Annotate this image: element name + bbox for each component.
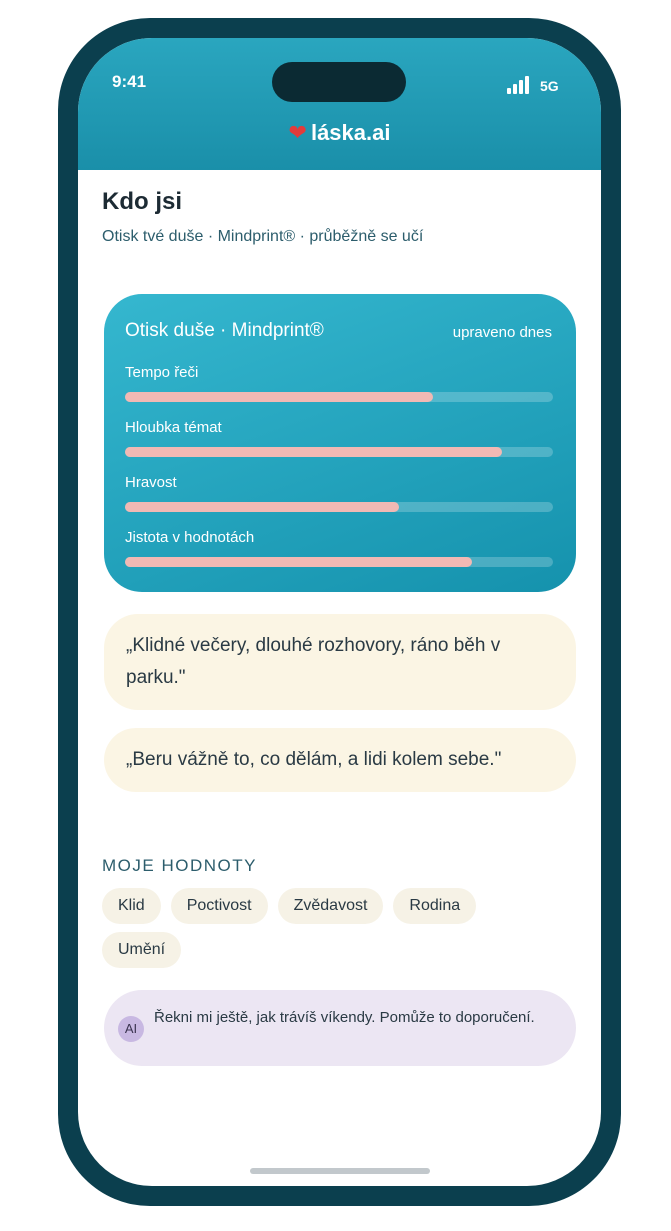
values-heading: MOJE HODNOTY [102, 856, 257, 875]
value-chip[interactable]: Rodina [393, 888, 477, 924]
network-type: 5G [540, 78, 559, 94]
status-time: 9:41 [112, 72, 147, 91]
metric-label: Hravost [125, 474, 177, 491]
page-title: Kdo jsi [102, 188, 183, 215]
mindprint-title: Otisk duše · Mindprint® [125, 320, 324, 341]
ai-badge: AI [118, 1016, 144, 1042]
dynamic-island [272, 62, 406, 102]
mindprint-card[interactable]: Otisk duše · Mindprint® upraveno dnes Te… [104, 294, 576, 592]
metric-bar [125, 502, 553, 512]
ai-prompt-text: Řekni mi ještě, jak trávíš víkendy. Pomů… [154, 1009, 535, 1026]
metric-label: Tempo řeči [125, 364, 199, 381]
metric-bar-fill [125, 502, 399, 512]
metric-bar [125, 447, 553, 457]
value-chip[interactable]: Umění [102, 932, 182, 968]
home-indicator[interactable] [250, 1168, 430, 1174]
quote-text: „Beru vážně to, co dělám, a lidi kolem s… [126, 749, 502, 770]
page-subtitle: Otisk tvé duše · Mindprint® · průběžně s… [102, 228, 424, 245]
metric-bar [125, 557, 553, 567]
brand-logo[interactable]: ❤ láska.ai [78, 120, 601, 146]
mindprint-updated: upraveno dnes [452, 324, 552, 341]
metric-label: Jistota v hodnotách [125, 529, 255, 546]
quote-text: „Klidné večery, dlouhé rozhovory, ráno b… [126, 635, 501, 688]
value-chip[interactable]: Poctivost [170, 888, 268, 924]
quote-card: „Beru vážně to, co dělám, a lidi kolem s… [104, 728, 576, 792]
value-chip[interactable]: Klid [102, 888, 161, 924]
metric-bar-fill [125, 557, 472, 567]
signal-icon [507, 76, 533, 94]
brand-name: láska.ai [310, 120, 391, 145]
metric-label: Hloubka témat [125, 419, 222, 436]
metric-bar-fill [125, 392, 434, 402]
metric-bar [125, 392, 553, 402]
metric-bar-fill [125, 447, 502, 457]
ai-prompt-bubble[interactable]: AI Řekni mi ještě, jak trávíš víkendy. P… [104, 990, 576, 1066]
app-header: 9:41 5G ❤ láska.ai [78, 38, 601, 170]
value-chip[interactable]: Zvědavost [277, 888, 384, 924]
values-list: Klid Poctivost Zvědavost Rodina Umění [102, 888, 542, 968]
heart-icon: ❤ [288, 120, 307, 145]
screen: 9:41 5G ❤ láska.ai Kdo jsi Otisk tvé duše… [78, 38, 601, 1186]
quote-card: „Klidné večery, dlouhé rozhovory, ráno b… [104, 614, 576, 710]
phone-frame: 9:41 5G ❤ láska.ai Kdo jsi Otisk tvé duše… [58, 18, 621, 1206]
